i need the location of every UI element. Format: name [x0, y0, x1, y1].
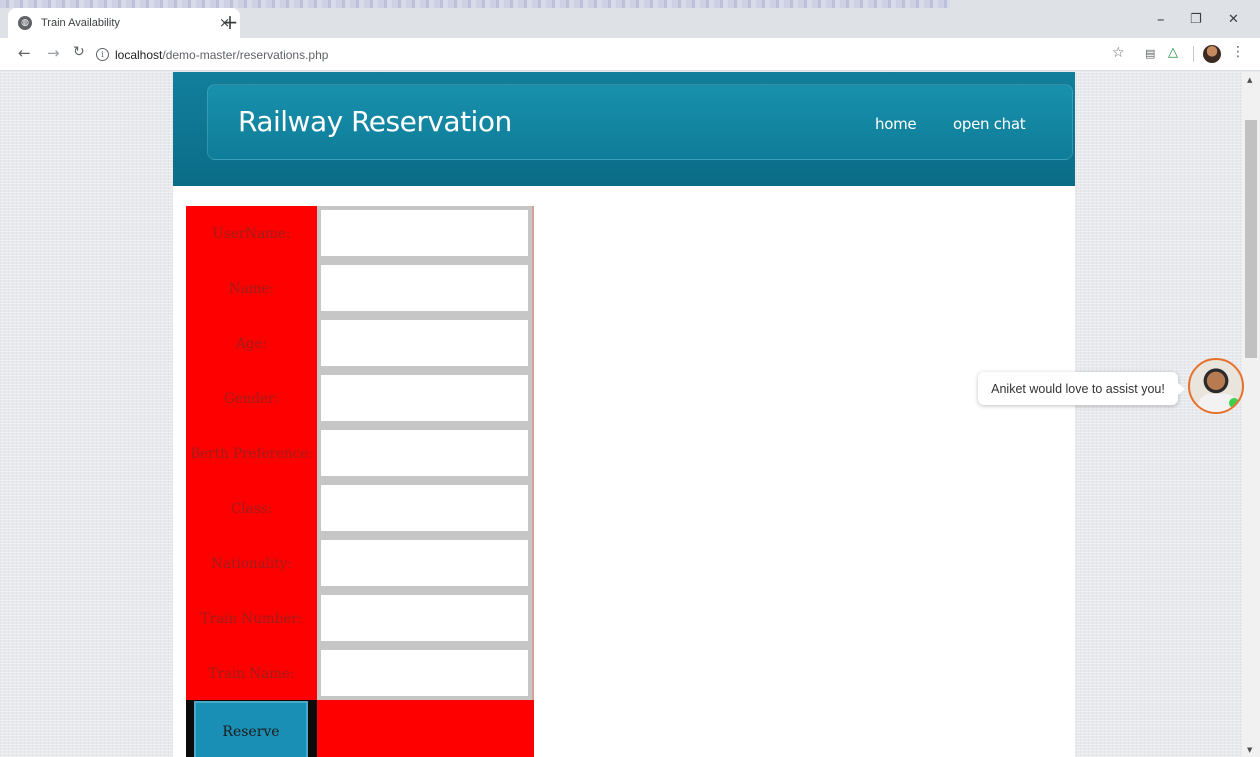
site-brand[interactable]: Railway Reservation: [238, 105, 512, 138]
class-input[interactable]: [321, 485, 528, 531]
reserve-button[interactable]: Reserve: [194, 701, 308, 757]
maximize-button[interactable]: ❐: [1190, 12, 1202, 27]
extension-icon[interactable]: ▤: [1145, 47, 1155, 60]
label-train-name: Train Name:: [208, 666, 295, 682]
minimize-button[interactable]: –: [1157, 10, 1165, 28]
reservation-form: UserName: Name: Age: Gender: Berth Prefe…: [186, 206, 534, 757]
train-number-input[interactable]: [321, 595, 528, 641]
forward-arrow-icon[interactable]: →: [47, 44, 60, 62]
url-host: localhost: [115, 47, 163, 62]
page-container: Railway Reservation home open chat UserN…: [173, 72, 1075, 757]
page-viewport: Railway Reservation home open chat UserN…: [0, 72, 1242, 757]
label-train-number: Train Number:: [200, 611, 303, 627]
globe-icon: ◍: [18, 16, 32, 30]
label-name: Name:: [228, 281, 275, 297]
browser-tabstrip: ◍ Train Availability × + – ❐ ✕: [0, 0, 1260, 38]
profile-avatar[interactable]: [1203, 45, 1221, 63]
train-name-input[interactable]: [321, 650, 528, 696]
chat-greeting-text: Aniket would love to assist you!: [991, 381, 1165, 396]
label-gender: Gender:: [223, 391, 280, 407]
browser-toolbar: ← → ↻ i localhost/demo-master/reservatio…: [0, 38, 1260, 71]
info-icon[interactable]: i: [96, 48, 109, 61]
age-input[interactable]: [321, 320, 528, 366]
new-tab-button[interactable]: +: [219, 11, 241, 33]
tab-title: Train Availability: [41, 17, 120, 29]
chat-greeting-bubble[interactable]: Aniket would love to assist you!: [978, 372, 1185, 405]
form-submit-row: Reserve: [186, 700, 534, 757]
label-class: Class:: [230, 501, 273, 517]
tabstrip-decoration: [0, 0, 950, 8]
page-scrollbar[interactable]: ▲ ▼: [1242, 72, 1260, 757]
online-status-dot: [1229, 398, 1239, 408]
drive-extension-icon[interactable]: △: [1168, 45, 1178, 60]
label-berth-preference: Berth Preference:: [190, 446, 313, 462]
nav-open-chat-link[interactable]: open chat: [953, 115, 1026, 133]
menu-kebab-icon[interactable]: ⋮: [1231, 44, 1245, 60]
scroll-up-arrow-icon[interactable]: ▲: [1247, 76, 1252, 84]
navbar: Railway Reservation home open chat: [207, 84, 1073, 160]
close-window-button[interactable]: ✕: [1228, 12, 1239, 27]
label-username: UserName:: [212, 226, 291, 242]
label-nationality: Nationality:: [211, 556, 292, 572]
url-path: /demo-master/reservations.php: [162, 47, 329, 62]
back-arrow-icon[interactable]: ←: [18, 44, 31, 62]
bookmark-star-icon[interactable]: ☆: [1112, 45, 1125, 61]
gender-input[interactable]: [321, 375, 528, 421]
scroll-down-arrow-icon[interactable]: ▼: [1247, 746, 1252, 754]
scrollbar-thumb[interactable]: [1245, 120, 1257, 358]
berth-preference-input[interactable]: [321, 430, 528, 476]
nationality-input[interactable]: [321, 540, 528, 586]
nav-home-link[interactable]: home: [875, 115, 917, 133]
browser-tab[interactable]: ◍ Train Availability ×: [8, 8, 240, 38]
chat-agent-avatar[interactable]: [1188, 358, 1244, 414]
label-age: Age:: [236, 336, 267, 352]
name-input[interactable]: [321, 265, 528, 311]
username-input[interactable]: [321, 210, 528, 256]
form-labels-column: UserName: Name: Age: Gender: Berth Prefe…: [186, 206, 317, 700]
address-bar[interactable]: i localhost/demo-master/reservations.php: [96, 42, 1096, 67]
reload-icon[interactable]: ↻: [73, 44, 85, 60]
toolbar-separator: [1193, 46, 1194, 62]
site-header: Railway Reservation home open chat: [173, 72, 1075, 186]
form-inputs-column: [317, 206, 534, 700]
